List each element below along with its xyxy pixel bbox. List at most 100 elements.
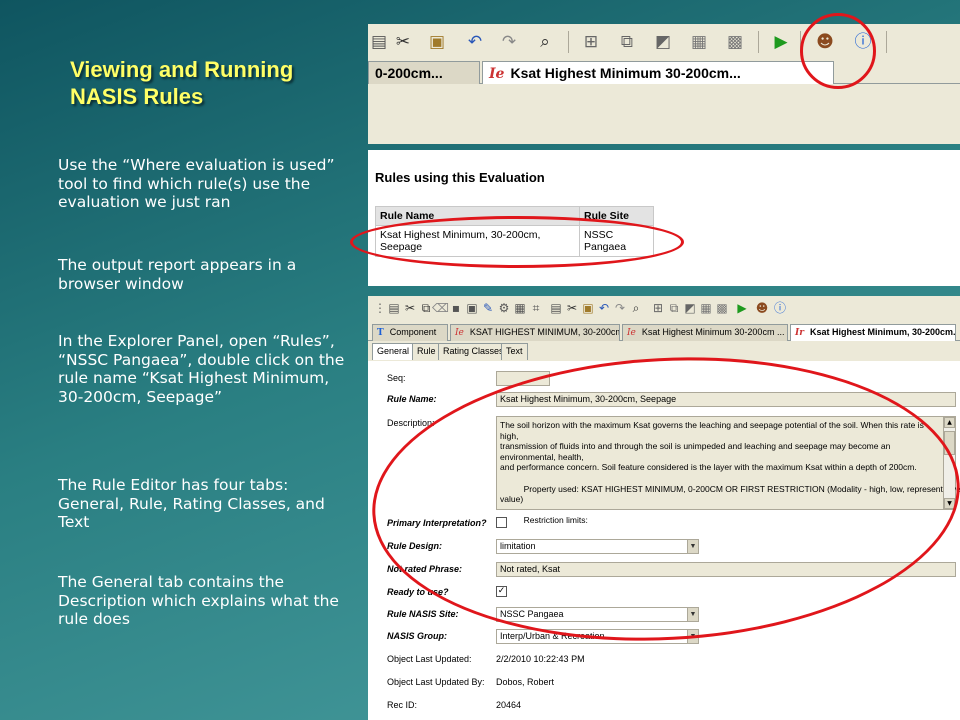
bullet-general-tab: The General tab contains the Description… xyxy=(58,573,339,628)
redo-icon[interactable]: ↷ xyxy=(498,31,520,53)
main-toolbar: ▤ ✂ ▣ ↶ ↷ ⌕ ⊞ ⧉ ◩ ▦ ▩ ▶ ☻ ⓘ xyxy=(368,24,960,58)
batch-icon[interactable]: ▩ xyxy=(714,300,730,316)
export-icon[interactable]: ▦ xyxy=(688,31,710,53)
description-scrollbar[interactable]: ▲ ▼ xyxy=(943,417,955,509)
column-header-rule-name: Rule Name xyxy=(375,206,580,226)
description-line: The soil horizon with the maximum Ksat g… xyxy=(500,420,924,441)
info-icon[interactable]: ⓘ xyxy=(772,300,788,316)
where-used-icon[interactable]: ☻ xyxy=(814,31,836,53)
toolbar-separator xyxy=(568,31,569,53)
cut-icon[interactable]: ✂ xyxy=(564,300,580,316)
rule-design-select[interactable]: limitation ▼ xyxy=(496,539,699,554)
rule-editor-subtabs: General Rule Rating Classes Text xyxy=(368,341,960,361)
floppy-icon[interactable]: ▣ xyxy=(464,300,480,316)
ready-to-use-label: Ready to use? xyxy=(387,587,449,597)
rule-site-label: Rule NASIS Site: xyxy=(387,609,459,619)
nasis-group-select[interactable]: Interp/Urban & Recreation ▼ xyxy=(496,629,699,644)
rule-site-value: NSSC Pangaea xyxy=(500,609,564,619)
find-icon[interactable]: ⌕ xyxy=(628,300,644,316)
rec-id-label: Rec ID: xyxy=(387,700,418,710)
seq-field[interactable] xyxy=(496,371,550,386)
description-line xyxy=(500,473,942,484)
description-line: Restriction limits: xyxy=(500,515,588,526)
description-line: and performance concern. Soil feature co… xyxy=(500,462,917,473)
info-icon[interactable]: ⓘ xyxy=(852,31,874,53)
not-rated-phrase-field[interactable]: Not rated, Ksat xyxy=(496,562,956,577)
tab-ksat-evaluation[interactable]: Ie Ksat Highest Minimum 30-200cm... xyxy=(482,61,834,84)
table-header-row: Rule Name Rule Site xyxy=(375,206,654,226)
link-icon[interactable]: ⧉ xyxy=(616,31,638,53)
scroll-up-icon[interactable]: ▲ xyxy=(944,417,955,428)
run-icon[interactable]: ▶ xyxy=(770,31,792,53)
scroll-down-icon[interactable]: ▼ xyxy=(944,498,955,509)
undo-icon[interactable]: ↶ xyxy=(596,300,612,316)
tab-component[interactable]: T Component xyxy=(372,324,448,341)
chevron-down-icon[interactable]: ▼ xyxy=(687,630,698,643)
filter-icon[interactable]: ⌗ xyxy=(528,300,544,316)
tab-text[interactable]: Text xyxy=(501,343,528,360)
grid-icon[interactable]: ▦ xyxy=(512,300,528,316)
chevron-down-icon[interactable]: ▼ xyxy=(687,540,698,553)
description-line: transmission of fluids into and through … xyxy=(500,441,891,462)
paste-icon[interactable]: ▤ xyxy=(548,300,564,316)
last-updated-by-label: Object Last Updated By: xyxy=(387,677,485,687)
tab-rule[interactable]: Rule xyxy=(412,343,441,360)
cut-icon[interactable]: ✂ xyxy=(392,31,414,53)
paste-icon[interactable]: ▤ xyxy=(368,31,390,53)
evaluation-icon: Ie xyxy=(627,328,636,338)
rule-name-field[interactable]: Ksat Highest Minimum, 30-200cm, Seepage xyxy=(496,392,956,407)
link-icon[interactable]: ⧉ xyxy=(666,300,682,316)
tab-label: Ksat Highest Minimum, 30-200cm... xyxy=(809,327,956,337)
edit-icon[interactable]: ✎ xyxy=(480,300,496,316)
tools-icon[interactable]: ⚙ xyxy=(496,300,512,316)
toolbar-screenshot: ▤ ✂ ▣ ↶ ↷ ⌕ ⊞ ⧉ ◩ ▦ ▩ ▶ ☻ ⓘ 0-200cm... I… xyxy=(368,24,960,144)
nasis-group-label: NASIS Group: xyxy=(387,631,447,641)
description-line: Property used: KSAT HIGHEST MINIMUM, 0-2… xyxy=(500,483,960,494)
description-field[interactable]: The soil horizon with the maximum Ksat g… xyxy=(496,416,960,525)
scroll-thumb[interactable] xyxy=(944,431,955,455)
chevron-down-icon[interactable]: ▼ xyxy=(687,608,698,621)
rule-site-select[interactable]: NSSC Pangaea ▼ xyxy=(496,607,699,622)
save-icon[interactable]: ▪ xyxy=(448,300,464,316)
rule-name-cell[interactable]: Ksat Highest Minimum, 30-200cm, Seepage xyxy=(375,225,580,257)
batch-icon[interactable]: ▩ xyxy=(724,31,746,53)
undo-icon[interactable]: ↶ xyxy=(464,31,486,53)
table-row[interactable]: Ksat Highest Minimum, 30-200cm, Seepage … xyxy=(375,225,654,257)
primary-interpretation-checkbox[interactable] xyxy=(496,517,507,528)
tab-ksat-rule[interactable]: Ir Ksat Highest Minimum, 30-200cm... xyxy=(790,324,956,341)
import-icon[interactable]: ◩ xyxy=(682,300,698,316)
cut-icon[interactable]: ✂ xyxy=(402,300,418,316)
tab-general[interactable]: General xyxy=(372,343,415,360)
find-icon[interactable]: ⌕ xyxy=(534,31,556,53)
redo-icon[interactable]: ↷ xyxy=(612,300,628,316)
new-record-icon[interactable]: ⊞ xyxy=(650,300,666,316)
toolbar-separator xyxy=(800,31,801,53)
paste-icon[interactable]: ▤ xyxy=(386,300,402,316)
tab-ksat-evaluation[interactable]: Ie Ksat Highest Minimum 30-200cm ... xyxy=(622,324,788,341)
toolbar-separator xyxy=(886,31,887,53)
tab-previous-evaluation[interactable]: 0-200cm... xyxy=(368,61,480,84)
description-line: value) xyxy=(500,494,524,505)
delete-icon[interactable]: ⌫ xyxy=(432,300,449,316)
export-icon[interactable]: ▦ xyxy=(698,300,714,316)
tab-label: 0-200cm... xyxy=(375,65,443,81)
rule-name-label: Rule Name: xyxy=(387,394,437,404)
rule-icon: Ir xyxy=(795,328,804,338)
run-icon[interactable]: ▶ xyxy=(734,300,750,316)
ready-to-use-checkbox[interactable]: ✓ xyxy=(496,586,507,597)
copy-icon[interactable]: ▣ xyxy=(580,300,596,316)
bullet-open-rule: In the Explorer Panel, open “Rules”, “NS… xyxy=(58,332,345,406)
where-used-icon[interactable]: ☻ xyxy=(754,300,770,316)
new-record-icon[interactable]: ⊞ xyxy=(580,31,602,53)
copy-icon[interactable]: ▣ xyxy=(426,31,448,53)
tab-label: Ksat Highest Minimum 30-200cm... xyxy=(510,65,741,81)
tab-ksat-evaluation-upper[interactable]: Ie KSAT HIGHEST MINIMUM, 30-200cm... xyxy=(450,324,620,341)
seq-label: Seq: xyxy=(387,373,406,383)
last-updated-value: 2/2/2010 10:22:43 PM xyxy=(496,654,585,664)
description-line xyxy=(500,505,942,516)
rule-site-cell: NSSC Pangaea xyxy=(579,225,654,257)
tab-rating-classes[interactable]: Rating Classes xyxy=(438,343,509,360)
import-icon[interactable]: ◩ xyxy=(652,31,674,53)
tab-label: Component xyxy=(389,327,437,337)
evaluation-icon: Ie xyxy=(489,66,505,82)
